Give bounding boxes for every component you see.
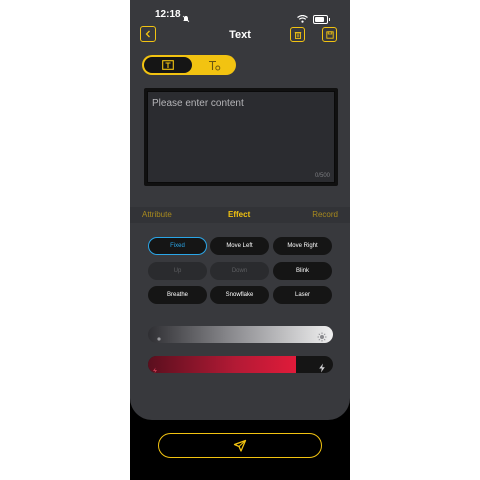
text-mode-tab[interactable] bbox=[144, 57, 192, 73]
effect-breathe-button[interactable]: Breathe bbox=[148, 286, 207, 304]
status-icons bbox=[297, 10, 330, 28]
trash-icon bbox=[294, 31, 301, 39]
effect-fixed-button[interactable]: Fixed bbox=[148, 237, 207, 255]
page-title: Text bbox=[229, 29, 251, 41]
brightness-slider[interactable] bbox=[148, 326, 333, 343]
tab-effect[interactable]: Effect bbox=[228, 210, 250, 219]
effect-up-button[interactable]: Up bbox=[148, 262, 207, 280]
effect-down-button[interactable]: Down bbox=[210, 262, 269, 280]
effect-move-left-button[interactable]: Move Left bbox=[210, 237, 269, 255]
save-button[interactable] bbox=[322, 27, 337, 42]
effect-laser-button[interactable]: Laser bbox=[273, 286, 332, 304]
lightning-icon bbox=[318, 360, 326, 373]
brightness-low-icon bbox=[155, 330, 163, 348]
wifi-icon bbox=[297, 10, 308, 28]
speed-slider-fill bbox=[148, 356, 296, 373]
text-style-tab[interactable] bbox=[192, 55, 236, 75]
battery-icon bbox=[313, 14, 330, 24]
status-time: 12:18 bbox=[155, 9, 181, 20]
phone-screen: 12:18 Text Please enter content 0/500 At… bbox=[130, 0, 350, 480]
settings-tabs: Attribute Effect Record bbox=[130, 207, 350, 223]
text-box-icon bbox=[162, 60, 174, 70]
tab-record[interactable]: Record bbox=[312, 210, 338, 219]
content-input-inner: Please enter content 0/500 bbox=[147, 91, 335, 183]
content-input[interactable]: Please enter content 0/500 bbox=[144, 88, 338, 186]
text-style-icon bbox=[208, 60, 220, 70]
send-button[interactable] bbox=[158, 433, 322, 458]
main-panel: 12:18 Text Please enter content 0/500 At… bbox=[130, 0, 350, 420]
speed-slider[interactable] bbox=[148, 356, 333, 373]
effect-snowflake-button[interactable]: Snowflake bbox=[210, 286, 269, 304]
content-placeholder: Please enter content bbox=[152, 98, 244, 109]
mode-toggle bbox=[142, 55, 236, 75]
speed-low-icon bbox=[152, 361, 158, 373]
save-icon bbox=[325, 30, 334, 39]
effect-blink-button[interactable]: Blink bbox=[273, 262, 332, 280]
delete-button[interactable] bbox=[290, 27, 305, 42]
brightness-high-icon bbox=[317, 329, 327, 347]
bell-muted-icon bbox=[182, 10, 190, 28]
character-counter: 0/500 bbox=[314, 173, 330, 179]
effect-move-right-button[interactable]: Move Right bbox=[273, 237, 332, 255]
send-icon bbox=[233, 439, 247, 452]
tab-attribute[interactable]: Attribute bbox=[142, 210, 172, 219]
